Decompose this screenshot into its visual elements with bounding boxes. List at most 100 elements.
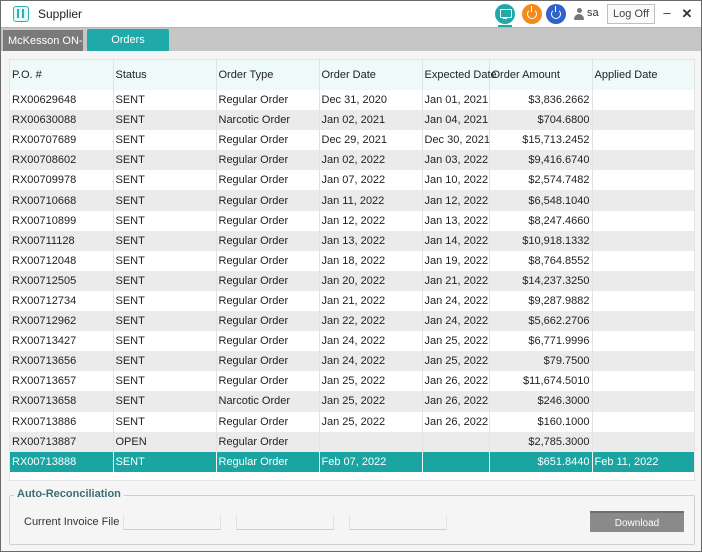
po-cell: RX00712048 [10, 250, 114, 271]
status-cell: SENT [113, 210, 217, 231]
order-amount-cell: $8,764.8552 [489, 250, 593, 271]
order-date-cell: Jan 13, 2022 [319, 230, 423, 251]
minimize-button[interactable]: – [660, 6, 674, 22]
table-row[interactable]: RX00713888 SENT Regular Order Feb 07, 2022 $… [10, 451, 694, 472]
table-row[interactable]: RX00713887 OPEN Regular Order $2,785.3000 [10, 431, 694, 452]
column-header-order-amount[interactable]: Order Amount [489, 60, 593, 90]
order-date-cell: Jan 22, 2022 [319, 311, 423, 332]
status-cell: SENT [113, 270, 217, 291]
table-row[interactable]: RX00713657 SENT Regular Order Jan 25, 2022 J… [10, 371, 694, 392]
order-date-cell: Jan 12, 2022 [319, 210, 423, 231]
table-row[interactable]: RX00708602 SENT Regular Order Jan 02, 2022 J… [10, 150, 694, 171]
order-date-cell: Jan 02, 2021 [319, 110, 423, 131]
user-icon [574, 8, 584, 20]
table-row[interactable]: RX00712505 SENT Regular Order Jan 20, 2022 J… [10, 270, 694, 291]
order-type-cell: Regular Order [216, 411, 320, 432]
order-type-cell: Regular Order [216, 451, 320, 472]
expected-date-cell: Jan 25, 2022 [422, 331, 490, 352]
applied-date-cell [592, 150, 694, 171]
table-row[interactable]: RX00713656 SENT Regular Order Jan 24, 2022 J… [10, 351, 694, 372]
order-date-cell: Jan 24, 2022 [319, 331, 423, 352]
order-amount-cell: $11,674.5010 [489, 371, 593, 392]
table-row[interactable]: RX00630088 SENT Narcotic Order Jan 02, 2021… [10, 110, 694, 131]
order-date-cell: Dec 31, 2020 [319, 90, 423, 111]
applied-date-cell [592, 331, 694, 352]
order-type-cell: Regular Order [216, 170, 320, 191]
po-cell: RX00710668 [10, 190, 114, 211]
status-cell: SENT [113, 170, 217, 191]
order-date-cell: Jan 25, 2022 [319, 391, 423, 412]
applied-date-cell [592, 250, 694, 271]
expected-date-cell: Jan 24, 2022 [422, 311, 490, 332]
applied-date-cell [592, 210, 694, 231]
tab-orders[interactable]: Orders [87, 29, 169, 52]
download-button[interactable]: Download [590, 511, 684, 532]
order-date-cell: Jan 20, 2022 [319, 270, 423, 291]
po-cell: RX00712962 [10, 311, 114, 332]
order-amount-cell: $10,918.1332 [489, 230, 593, 251]
table-row[interactable]: RX00709978 SENT Regular Order Jan 07, 2022 J… [10, 170, 694, 191]
invoice-file-slot[interactable] [236, 516, 334, 530]
table-row[interactable]: RX00713886 SENT Regular Order Jan 25, 2022 J… [10, 411, 694, 432]
status-cell: SENT [113, 411, 217, 432]
po-cell: RX00708602 [10, 150, 114, 171]
po-cell: RX00713656 [10, 351, 114, 372]
order-amount-cell: $6,771.9996 [489, 331, 593, 352]
order-type-cell: Regular Order [216, 270, 320, 291]
table-row[interactable]: RX00713427 SENT Regular Order Jan 24, 2022 J… [10, 331, 694, 352]
applied-date-cell [592, 90, 694, 111]
status-cell: SENT [113, 90, 217, 111]
table-row[interactable]: RX00710668 SENT Regular Order Jan 11, 2022 J… [10, 190, 694, 211]
monitor-icon[interactable] [495, 4, 515, 24]
app-title: Supplier [38, 7, 83, 21]
table-row[interactable]: RX00712048 SENT Regular Order Jan 18, 2022 J… [10, 250, 694, 271]
status-cell: SENT [113, 130, 217, 151]
table-row[interactable]: RX00712962 SENT Regular Order Jan 22, 2022 J… [10, 311, 694, 332]
expected-date-cell: Jan 04, 2021 [422, 110, 490, 131]
order-type-cell: Regular Order [216, 290, 320, 312]
power-icon-blue[interactable] [546, 4, 566, 24]
order-amount-cell: $651.8440 [489, 451, 593, 472]
table-row[interactable]: RX00629648 SENT Regular Order Dec 31, 2020 J… [10, 90, 694, 111]
logoff-button[interactable]: Log Off [607, 4, 655, 24]
po-cell: RX00713886 [10, 411, 114, 432]
column-header-status[interactable]: Status [113, 60, 217, 90]
column-header-order-date[interactable]: Order Date [319, 60, 423, 90]
order-amount-cell: $6,548.1040 [489, 190, 593, 211]
column-header-po[interactable]: P.O. # [10, 60, 114, 90]
po-cell: RX00713887 [10, 431, 114, 452]
table-row[interactable]: RX00707689 SENT Regular Order Dec 29, 2021 D… [10, 130, 694, 151]
column-header-expected-date[interactable]: Expected Date [422, 60, 497, 90]
order-type-cell: Regular Order [216, 150, 320, 171]
order-date-cell: Jan 21, 2022 [319, 290, 423, 312]
tab-supplier[interactable]: McKesson ON-F [3, 30, 83, 52]
table-row[interactable]: RX00712734 SENT Regular Order Jan 21, 2022 J… [10, 290, 694, 312]
order-type-cell: Regular Order [216, 190, 320, 211]
order-date-cell: Jan 25, 2022 [319, 411, 423, 432]
order-date-cell: Dec 29, 2021 [319, 130, 423, 151]
table-row[interactable]: RX00711128 SENT Regular Order Jan 13, 2022 J… [10, 230, 694, 251]
column-header-applied-date[interactable]: Applied Date [592, 60, 694, 90]
app-logo-icon [13, 6, 29, 22]
order-date-cell: Jan 18, 2022 [319, 250, 423, 271]
po-cell: RX00709978 [10, 170, 114, 191]
orders-panel: P.O. # Status Order Type Order Date Expe… [1, 51, 701, 551]
po-cell: RX00713657 [10, 371, 114, 392]
column-header-order-type[interactable]: Order Type [216, 60, 320, 90]
status-cell: SENT [113, 391, 217, 412]
status-cell: SENT [113, 150, 217, 171]
applied-date-cell [592, 270, 694, 291]
applied-date-cell [592, 311, 694, 332]
order-amount-cell: $15,713.2452 [489, 130, 593, 151]
close-button[interactable]: ✕ [680, 6, 694, 22]
order-type-cell: Regular Order [216, 90, 320, 111]
table-row[interactable]: RX00713658 SENT Narcotic Order Jan 25, 2022… [10, 391, 694, 412]
table-row[interactable]: RX00710899 SENT Regular Order Jan 12, 2022 J… [10, 210, 694, 231]
expected-date-cell: Jan 26, 2022 [422, 371, 490, 392]
power-icon-orange[interactable] [522, 4, 542, 24]
invoice-file-slot[interactable] [349, 516, 447, 530]
invoice-file-slot[interactable] [123, 516, 221, 530]
applied-date-cell [592, 411, 694, 432]
order-amount-cell: $704.6800 [489, 110, 593, 131]
status-cell: SENT [113, 351, 217, 372]
